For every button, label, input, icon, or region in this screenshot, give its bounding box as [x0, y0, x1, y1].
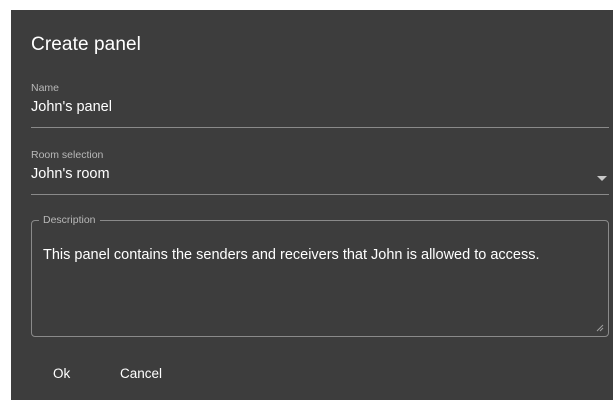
ok-button[interactable]: Ok — [53, 366, 70, 381]
room-selection-value[interactable]: John's room — [31, 166, 609, 182]
dropdown-caret-icon[interactable] — [597, 176, 607, 181]
create-panel-dialog: Create panel Name John's panel Room sele… — [11, 10, 613, 400]
dialog-title: Create panel — [31, 34, 141, 55]
cancel-button[interactable]: Cancel — [120, 366, 162, 381]
room-selection-label: Room selection — [31, 149, 104, 161]
description-textarea[interactable]: Description This panel contains the send… — [31, 214, 609, 337]
room-field-underline — [31, 194, 609, 195]
description-text[interactable]: This panel contains the senders and rece… — [43, 246, 600, 264]
description-label: Description — [39, 214, 100, 226]
name-input[interactable]: John's panel — [31, 99, 609, 115]
name-field-underline — [31, 127, 609, 128]
room-selection-dropdown[interactable]: Room selection John's room — [31, 149, 609, 196]
name-field-label: Name — [31, 82, 60, 94]
name-field[interactable]: Name John's panel — [31, 82, 609, 128]
resize-handle-icon[interactable] — [596, 324, 604, 332]
